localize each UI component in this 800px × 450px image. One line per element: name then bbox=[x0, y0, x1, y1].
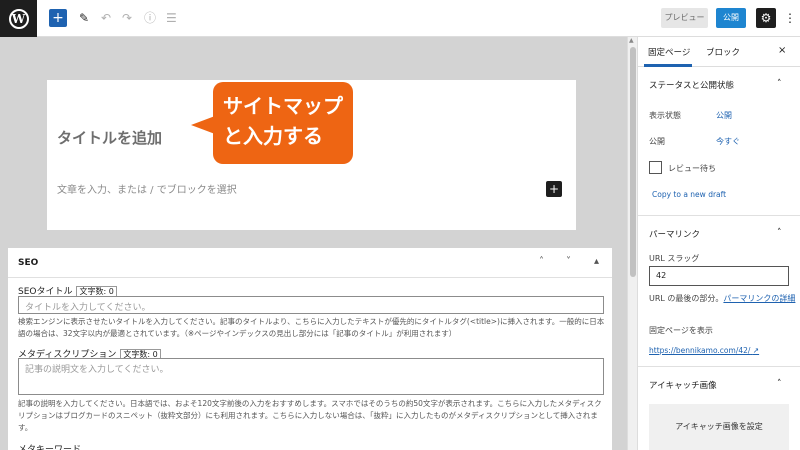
seo-title-help: 検索エンジンに表示させたいタイトルを入力してください。記事のタイトルより、こちら… bbox=[18, 317, 605, 338]
inline-add-block-button[interactable]: + bbox=[546, 181, 562, 197]
active-tab-indicator bbox=[644, 64, 692, 67]
visibility-label: 表示状態 bbox=[649, 111, 681, 120]
wordpress-logo-button[interactable]: W bbox=[0, 0, 37, 37]
editor-scrollbar[interactable]: ▲ bbox=[627, 37, 637, 450]
pending-review-label: レビュー待ち bbox=[668, 164, 716, 173]
meta-description-help: 記事の説明を入力してください。日本語では、およそ120文字前後の入力をおすすめし… bbox=[18, 399, 602, 432]
tab-page[interactable]: 固定ページ bbox=[648, 46, 690, 58]
seo-panel-header: SEO ˄ ˅ ▴ bbox=[8, 248, 612, 278]
publish-date-link[interactable]: 今すぐ bbox=[716, 136, 740, 147]
settings-gear-icon[interactable]: ⚙ bbox=[756, 8, 776, 28]
featured-image-section-title[interactable]: アイキャッチ画像 bbox=[649, 379, 717, 391]
wordpress-icon: W bbox=[8, 8, 29, 29]
scroll-up-arrow-icon[interactable]: ▲ bbox=[629, 37, 634, 44]
callout-line-1: サイトマップ bbox=[223, 94, 343, 118]
tab-block[interactable]: ブロック bbox=[706, 46, 740, 58]
post-title-input[interactable]: タイトルを追加 bbox=[57, 127, 162, 148]
set-featured-image-button[interactable]: アイキャッチ画像を設定 bbox=[649, 404, 789, 450]
url-slug-input[interactable]: 42 bbox=[649, 266, 789, 286]
list-view-icon[interactable]: ☰ bbox=[166, 10, 177, 26]
collapse-toggle-icon[interactable]: ▴ bbox=[594, 256, 599, 267]
move-down-icon[interactable]: ˅ bbox=[566, 256, 571, 267]
seo-meta-box: SEO ˄ ˅ ▴ SEOタイトル 文字数: 0 タイトルを入力してください。 検… bbox=[8, 248, 612, 450]
top-toolbar: W + ✎ ↶ ↷ ⓘ ☰ プレビュー 公開 ⚙ ⋮ bbox=[0, 0, 800, 37]
meta-description-textarea[interactable]: 記事の説明文を入力してください。 bbox=[18, 358, 604, 395]
external-link-icon: ↗ bbox=[752, 346, 760, 355]
info-icon[interactable]: ⓘ bbox=[144, 10, 156, 26]
copy-to-draft-link[interactable]: Copy to a new draft bbox=[652, 190, 726, 199]
chevron-up-icon[interactable]: ˄ bbox=[777, 79, 782, 89]
sidebar-tabs: 固定ページ ブロック × bbox=[638, 37, 800, 67]
view-page-label: 固定ページを表示 bbox=[649, 326, 713, 335]
paragraph-placeholder[interactable]: 文章を入力、または / でブロックを選択 bbox=[57, 181, 237, 196]
permalink-details-link[interactable]: パーマリンクの詳細 bbox=[723, 294, 795, 303]
permalink-section-title[interactable]: パーマリンク bbox=[649, 228, 700, 240]
annotation-callout: サイトマップ と入力する bbox=[213, 82, 353, 164]
preview-button[interactable]: プレビュー bbox=[661, 8, 708, 28]
move-up-icon[interactable]: ˄ bbox=[539, 256, 544, 267]
url-slug-hint-text: URL の最後の部分。 bbox=[649, 294, 724, 303]
pen-icon[interactable]: ✎ bbox=[79, 10, 89, 26]
visibility-value-link[interactable]: 公開 bbox=[716, 110, 732, 121]
page-url-text[interactable]: https://bennikamo.com/42/ bbox=[649, 346, 750, 355]
url-slug-label: URL スラッグ bbox=[649, 254, 700, 263]
pending-review-checkbox[interactable] bbox=[649, 161, 662, 174]
section-divider bbox=[638, 215, 800, 216]
status-visibility-section-title[interactable]: ステータスと公開状態 bbox=[649, 79, 734, 91]
chevron-up-icon[interactable]: ˄ bbox=[777, 379, 782, 389]
redo-icon[interactable]: ↷ bbox=[122, 10, 132, 26]
scroll-thumb[interactable] bbox=[630, 47, 636, 277]
section-divider bbox=[638, 366, 800, 367]
meta-keyword-label: メタキーワード bbox=[18, 445, 82, 450]
undo-icon[interactable]: ↶ bbox=[101, 10, 111, 26]
settings-sidebar: 固定ページ ブロック × ステータスと公開状態 ˄ 表示状態 公開 公開 今すぐ… bbox=[637, 37, 800, 450]
more-options-icon[interactable]: ⋮ bbox=[784, 10, 796, 26]
url-slug-hint: URL の最後の部分。パーマリンクの詳細 bbox=[649, 293, 797, 305]
publish-date-label: 公開 bbox=[649, 137, 665, 146]
seo-title-input[interactable]: タイトルを入力してください。 bbox=[18, 296, 604, 314]
seo-panel-title: SEO bbox=[18, 258, 39, 268]
callout-line-2: と入力する bbox=[223, 124, 323, 148]
publish-button[interactable]: 公開 bbox=[716, 8, 746, 28]
close-sidebar-icon[interactable]: × bbox=[778, 45, 786, 56]
chevron-up-icon[interactable]: ˄ bbox=[777, 228, 782, 238]
page-url-link[interactable]: https://bennikamo.com/42/ ↗ bbox=[649, 346, 759, 355]
add-block-button[interactable]: + bbox=[49, 9, 67, 27]
callout-tail bbox=[191, 116, 215, 134]
